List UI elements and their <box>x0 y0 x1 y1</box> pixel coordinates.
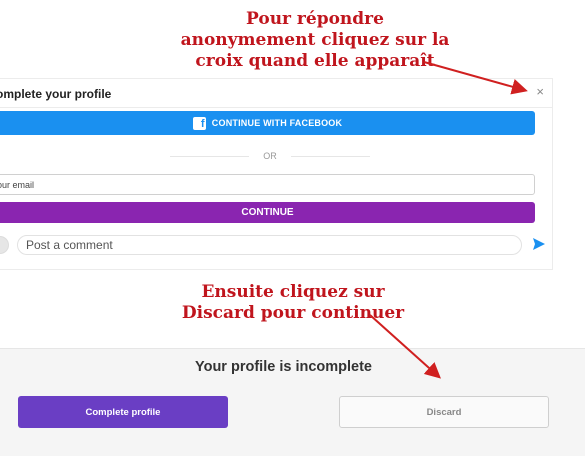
annotation-bottom: Ensuite cliquez sur Discard pour continu… <box>181 282 405 323</box>
comment-placeholder: Post a comment <box>26 238 113 252</box>
or-divider: OR <box>170 150 370 162</box>
complete-profile-button[interactable]: Complete profile <box>18 396 228 428</box>
incomplete-profile-title: Your profile is incomplete <box>195 359 372 375</box>
panel-title: omplete your profile <box>0 87 112 101</box>
comment-input[interactable]: Post a comment <box>17 235 522 255</box>
or-text: OR <box>263 151 277 161</box>
email-field-value: our email <box>0 179 35 190</box>
discard-button[interactable]: Discard <box>339 396 549 428</box>
divider-line <box>290 155 370 157</box>
panel-header: omplete your profile × <box>0 79 552 108</box>
divider-line <box>170 155 250 157</box>
close-icon[interactable]: × <box>536 84 544 99</box>
continue-button[interactable]: CONTINUE <box>0 202 535 223</box>
incomplete-profile-bar: Your profile is incomplete Complete prof… <box>0 348 585 456</box>
facebook-button-label: CONTINUE WITH FACEBOOK <box>211 118 343 128</box>
annotation-top: Pour répondre anonymement cliquez sur la… <box>180 9 450 71</box>
continue-with-facebook-button[interactable]: f CONTINUE WITH FACEBOOK <box>0 111 535 135</box>
email-field[interactable]: our email <box>0 174 535 195</box>
facebook-icon: f <box>192 116 206 130</box>
send-icon[interactable] <box>532 237 546 251</box>
